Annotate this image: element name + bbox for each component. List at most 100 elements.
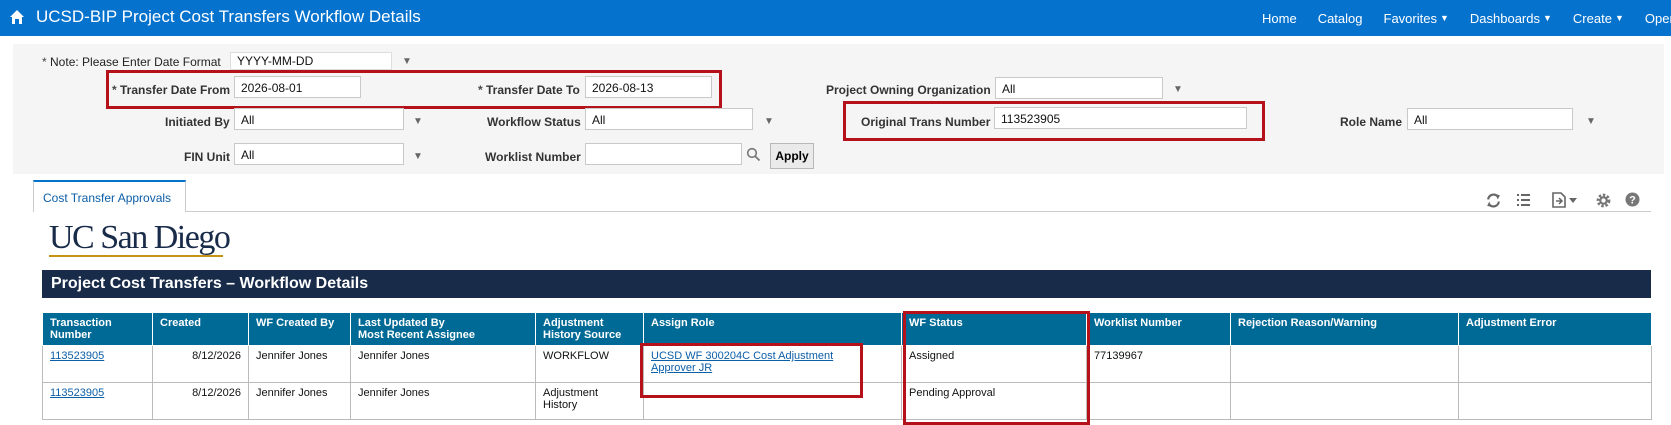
tab-divider bbox=[186, 211, 1651, 212]
col-header[interactable]: Assign Role bbox=[643, 312, 902, 346]
orig-trans-label: Original Trans Number bbox=[861, 115, 991, 129]
export-icon[interactable] bbox=[1551, 192, 1579, 213]
transfer-from-input[interactable]: 2026-08-01 bbox=[234, 76, 361, 98]
transfer-to-input[interactable]: 2026-08-13 bbox=[585, 76, 712, 98]
role-name-dropdown-icon[interactable]: ▼ bbox=[1586, 116, 1596, 127]
caret-down-icon: ▼ bbox=[1543, 13, 1552, 23]
cell-rejection-reason bbox=[1230, 382, 1459, 420]
nav-catalog[interactable]: Catalog bbox=[1318, 11, 1363, 26]
cell-worklist-number: 77139967 bbox=[1086, 345, 1231, 383]
home-icon[interactable] bbox=[9, 9, 25, 30]
col-header-line1: Last Updated By bbox=[358, 317, 445, 329]
transaction-link[interactable]: 113523905 bbox=[50, 350, 104, 362]
workflow-status-dropdown-icon[interactable]: ▼ bbox=[764, 116, 774, 127]
col-header-line1: Created bbox=[160, 317, 201, 329]
col-header-line2: Most Recent Assignee bbox=[358, 329, 475, 341]
history-source-line2: History bbox=[543, 399, 578, 411]
cell-adjustment-error bbox=[1458, 382, 1652, 420]
date-format-note-label: Note: Please Enter Date Format bbox=[50, 55, 221, 69]
nav-home[interactable]: Home bbox=[1262, 11, 1297, 26]
role-name-label: Role Name bbox=[1340, 115, 1403, 129]
orig-trans-input[interactable]: 113523905 bbox=[994, 107, 1247, 129]
cell-history-source: WORKFLOW bbox=[535, 345, 644, 383]
transfer-from-label: * Transfer Date From bbox=[112, 83, 231, 97]
nav-favorites-label: Favorites bbox=[1383, 10, 1437, 26]
top-nav: Home Catalog Favorites ▼ Dashboards ▼ Crea… bbox=[1262, 0, 1671, 36]
role-name-select[interactable]: All bbox=[1407, 108, 1573, 130]
col-header-line2: Number bbox=[50, 329, 92, 341]
cell-last-updated-by: Jennifer Jones bbox=[350, 345, 536, 383]
col-header[interactable]: Adjustment Error bbox=[1458, 312, 1652, 346]
highlight-box-assign-role bbox=[640, 343, 863, 398]
tab-label: Cost Transfer Approvals bbox=[43, 191, 172, 205]
col-header[interactable]: Adjustment History Source bbox=[535, 312, 644, 346]
cell-last-updated-by: Jennifer Jones bbox=[350, 382, 536, 420]
search-icon[interactable] bbox=[746, 147, 761, 167]
help-icon[interactable]: ? bbox=[1625, 192, 1640, 212]
cell-created: 8/12/2026 bbox=[152, 345, 249, 383]
tab-cost-transfer-approvals[interactable]: Cost Transfer Approvals bbox=[33, 180, 186, 212]
nav-create-label: Create bbox=[1572, 10, 1612, 26]
gear-icon[interactable] bbox=[1595, 192, 1612, 214]
col-header-line1: Adjustment Error bbox=[1466, 317, 1557, 329]
initiated-by-select[interactable]: All bbox=[234, 108, 404, 130]
nav-home-label: Home bbox=[1262, 10, 1297, 26]
refresh-icon[interactable] bbox=[1485, 192, 1502, 214]
nav-open[interactable]: Open▼ bbox=[1645, 11, 1671, 26]
col-header[interactable]: Created bbox=[152, 312, 249, 346]
col-header[interactable]: Rejection Reason/Warning bbox=[1230, 312, 1459, 346]
table-header-row: Transaction Number Created WF Created By … bbox=[42, 312, 1652, 346]
apply-button[interactable]: Apply bbox=[770, 143, 814, 169]
owning-org-dropdown-icon[interactable]: ▼ bbox=[1173, 84, 1183, 95]
list-icon[interactable] bbox=[1516, 192, 1531, 212]
transfer-to-label: * Transfer Date To bbox=[478, 83, 580, 97]
svg-text:?: ? bbox=[1629, 195, 1636, 207]
workflow-status-select[interactable]: All bbox=[585, 108, 753, 130]
col-header[interactable]: Last Updated By Most Recent Assignee bbox=[350, 312, 536, 346]
col-header-line1: Worklist Number bbox=[1094, 317, 1182, 329]
caret-down-icon: ▼ bbox=[1439, 13, 1449, 23]
fin-unit-label: FIN Unit bbox=[184, 150, 230, 164]
highlight-box-wf-status bbox=[903, 311, 1090, 425]
owning-org-label: Project Owning Organization bbox=[826, 83, 991, 97]
cell-rejection-reason bbox=[1230, 345, 1459, 383]
transfer-to-label-text: Transfer Date To bbox=[486, 83, 580, 97]
col-header-line1: Adjustment bbox=[543, 317, 604, 329]
col-header[interactable]: WF Created By bbox=[248, 312, 351, 346]
logo-underline bbox=[49, 255, 223, 257]
nav-catalog-label: Catalog bbox=[1317, 10, 1363, 26]
nav-create[interactable]: Create ▼ bbox=[1573, 11, 1624, 26]
cell-wf-created-by: Jennifer Jones bbox=[248, 345, 351, 383]
date-format-field: YYYY-MM-DD bbox=[230, 52, 392, 70]
col-header[interactable]: Worklist Number bbox=[1086, 312, 1231, 346]
date-format-note: * Note: Please Enter Date Format bbox=[42, 55, 221, 69]
fin-unit-dropdown-icon[interactable]: ▼ bbox=[413, 151, 423, 162]
top-bar: UCSD-BIP Project Cost Transfers Workflow… bbox=[0, 0, 1671, 36]
history-source-line1: WORKFLOW bbox=[543, 350, 609, 362]
cell-transaction-number[interactable]: 113523905 bbox=[42, 345, 153, 383]
nav-open-label: Open bbox=[1644, 10, 1671, 26]
cell-adjustment-error bbox=[1458, 345, 1652, 383]
cell-worklist-number bbox=[1086, 382, 1231, 420]
ucsd-logo: UC San Diego bbox=[49, 219, 231, 256]
report-banner: Project Cost Transfers – Workflow Detail… bbox=[42, 270, 1651, 298]
cell-created: 8/12/2026 bbox=[152, 382, 249, 420]
nav-favorites[interactable]: Favorites ▼ bbox=[1384, 11, 1449, 26]
cell-history-source: Adjustment History bbox=[535, 382, 644, 420]
caret-down-icon: ▼ bbox=[1614, 13, 1624, 23]
owning-org-select[interactable]: All bbox=[995, 77, 1163, 99]
cell-transaction-number[interactable]: 113523905 bbox=[42, 382, 153, 420]
col-header-line1: Transaction bbox=[50, 317, 112, 329]
transaction-link[interactable]: 113523905 bbox=[50, 387, 104, 399]
workflow-status-label: Workflow Status bbox=[487, 115, 581, 129]
initiated-by-dropdown-icon[interactable]: ▼ bbox=[413, 116, 423, 127]
nav-dashboards[interactable]: Dashboards ▼ bbox=[1470, 11, 1552, 26]
fin-unit-select[interactable]: All bbox=[234, 143, 404, 165]
transfer-from-label-text: Transfer Date From bbox=[120, 83, 231, 97]
col-header-line1: Assign Role bbox=[651, 317, 715, 329]
initiated-by-label: Initiated By bbox=[165, 115, 230, 129]
date-format-dropdown-icon[interactable]: ▼ bbox=[402, 56, 412, 67]
worklist-input[interactable] bbox=[585, 143, 742, 165]
col-header[interactable]: Transaction Number bbox=[42, 312, 153, 346]
col-header-line1: WF Created By bbox=[256, 317, 335, 329]
